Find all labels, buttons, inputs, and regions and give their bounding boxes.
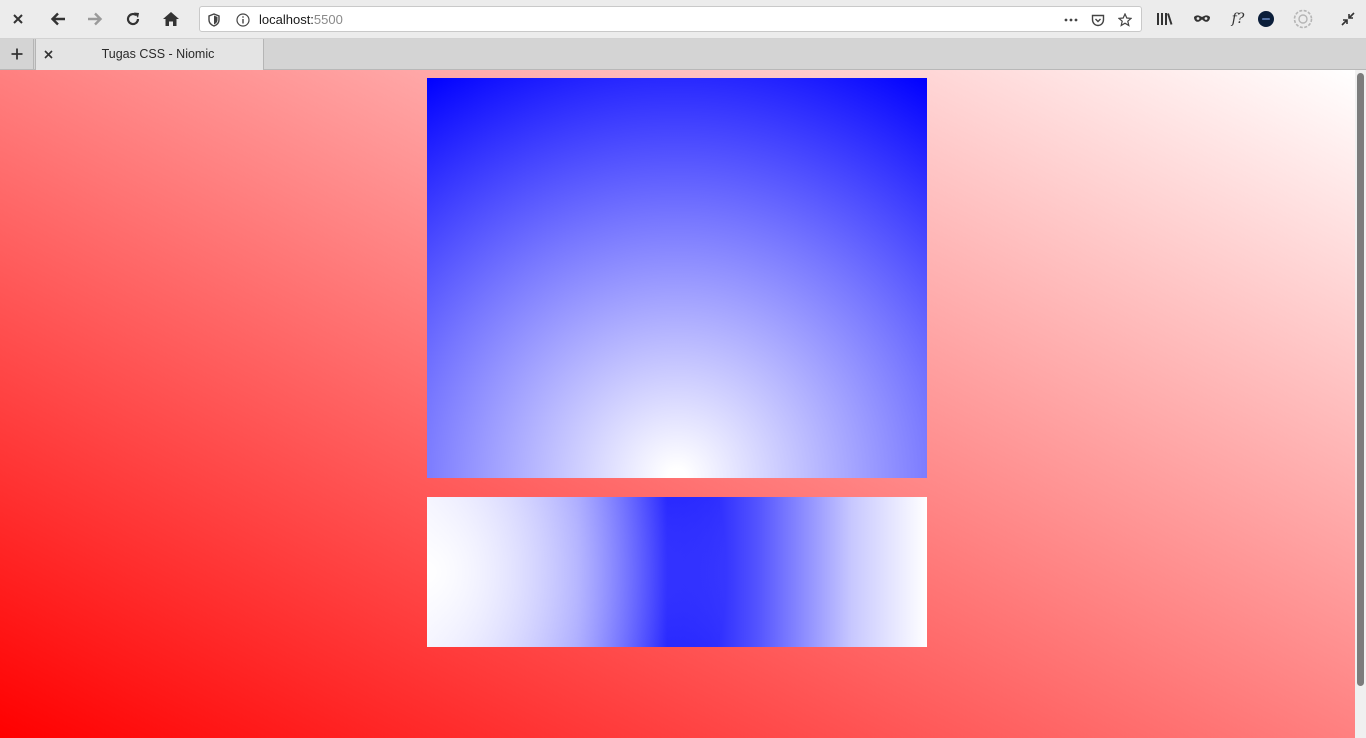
vertical-scrollbar[interactable] bbox=[1355, 70, 1366, 738]
tab-strip: Tugas CSS - Niomic bbox=[0, 39, 1366, 70]
scrollbar-thumb[interactable] bbox=[1357, 73, 1364, 686]
url-host: localhost: bbox=[259, 12, 314, 27]
settings-icon[interactable] bbox=[1290, 6, 1316, 32]
pocket-icon[interactable] bbox=[1090, 12, 1106, 28]
profile-icon[interactable] bbox=[1253, 6, 1279, 32]
url-port: 5500 bbox=[313, 12, 343, 27]
page-background bbox=[0, 70, 1355, 738]
info-icon[interactable] bbox=[235, 12, 251, 28]
reload-icon[interactable] bbox=[120, 6, 146, 32]
navigation-toolbar: localhost:5500 f? bbox=[0, 0, 1366, 39]
linear-gradient-box bbox=[427, 497, 927, 647]
forward-icon[interactable] bbox=[82, 6, 108, 32]
radial-gradient-box bbox=[427, 78, 927, 478]
url-text[interactable]: localhost:5500 bbox=[259, 12, 343, 27]
more-icon[interactable] bbox=[1063, 12, 1079, 28]
plus-icon bbox=[11, 48, 22, 60]
tab-title: Tugas CSS - Niomic bbox=[101, 47, 215, 61]
star-icon[interactable] bbox=[1117, 12, 1133, 28]
page-viewport bbox=[0, 70, 1366, 738]
mask-icon[interactable] bbox=[1189, 6, 1215, 32]
library-icon[interactable] bbox=[1151, 6, 1177, 32]
shield-icon[interactable] bbox=[206, 12, 222, 28]
back-icon[interactable] bbox=[45, 6, 71, 32]
url-bar[interactable]: localhost:5500 bbox=[199, 6, 1142, 32]
fx-icon[interactable]: f? bbox=[1225, 6, 1251, 32]
close-icon[interactable] bbox=[5, 6, 31, 32]
fx-label: f? bbox=[1231, 11, 1245, 27]
tab-active[interactable]: Tugas CSS - Niomic bbox=[35, 39, 264, 70]
new-tab-button[interactable] bbox=[0, 39, 34, 69]
browser-window: localhost:5500 f? Tugas CSS - Niomic bbox=[0, 0, 1366, 738]
home-icon[interactable] bbox=[158, 6, 184, 32]
collapse-icon[interactable] bbox=[1335, 6, 1361, 32]
